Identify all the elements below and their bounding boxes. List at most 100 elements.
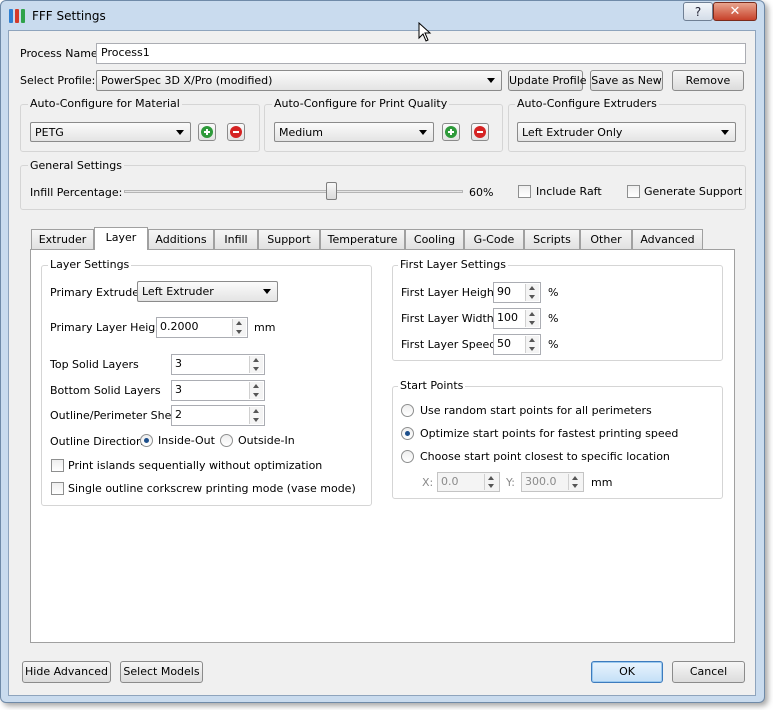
closest-start-point-label: Choose start point closest to specific l… — [420, 450, 670, 463]
print-quality-dropdown[interactable]: Medium — [274, 122, 434, 142]
optimize-start-points-label: Optimize start points for fastest printi… — [420, 427, 679, 440]
infill-slider-handle[interactable] — [326, 182, 338, 200]
chevron-down-icon — [176, 130, 184, 135]
add-quality-button[interactable] — [442, 123, 460, 141]
include-raft-checkbox[interactable] — [518, 185, 531, 198]
spin-up-icon[interactable] — [253, 384, 259, 388]
spin-up-icon[interactable] — [253, 358, 259, 362]
first-layer-speed-label: First Layer Speed — [401, 338, 497, 351]
start-x-label: X: — [422, 476, 434, 489]
first-layer-speed-unit: % — [548, 338, 559, 351]
spin-up-icon[interactable] — [529, 312, 535, 316]
remove-quality-button[interactable] — [471, 123, 489, 141]
inside-out-radio[interactable] — [140, 434, 153, 447]
remove-profile-button[interactable]: Remove — [672, 70, 744, 91]
add-material-button[interactable] — [198, 123, 216, 141]
first-layer-speed-value: 50 — [497, 337, 511, 350]
generate-support-checkbox[interactable] — [627, 185, 640, 198]
extruders-dropdown-value: Left Extruder Only — [522, 126, 623, 139]
first-layer-width-unit: % — [548, 312, 559, 325]
start-points-title: Start Points — [398, 379, 466, 392]
first-layer-speed-spinbox[interactable]: 50 — [493, 334, 541, 355]
tab-scripts[interactable]: Scripts — [524, 229, 580, 249]
print-islands-checkbox[interactable] — [51, 459, 64, 472]
first-layer-height-spinbox[interactable]: 90 — [493, 282, 541, 303]
chevron-down-icon — [419, 130, 427, 135]
update-profile-button[interactable]: Update Profile — [508, 70, 587, 91]
tab-extruder[interactable]: Extruder — [31, 229, 94, 249]
close-button[interactable]: ✕ — [713, 2, 757, 21]
tab-additions[interactable]: Additions — [148, 229, 214, 249]
print-quality-dropdown-value: Medium — [279, 126, 323, 139]
top-solid-layers-spinbox[interactable]: 3 — [171, 354, 265, 375]
optimize-start-points-radio[interactable] — [401, 427, 414, 440]
first-layer-height-unit: % — [548, 286, 559, 299]
remove-material-button[interactable] — [227, 123, 245, 141]
spin-up-icon[interactable] — [488, 476, 494, 480]
spin-down-icon[interactable] — [253, 393, 259, 397]
first-layer-height-label: First Layer Height — [401, 286, 499, 299]
spin-down-icon[interactable] — [236, 330, 242, 334]
outline-shells-label: Outline/Perimeter Shells — [50, 409, 184, 422]
primary-extruder-label: Primary Extruder — [50, 286, 144, 299]
outside-in-radio[interactable] — [220, 434, 233, 447]
start-x-value: 0.0 — [441, 475, 459, 488]
start-y-spinbox[interactable]: 300.0 — [521, 472, 584, 492]
chevron-down-icon — [721, 130, 729, 135]
spin-down-icon[interactable] — [529, 295, 535, 299]
outline-shells-spinbox[interactable]: 2 — [171, 405, 265, 426]
tab-infill[interactable]: Infill — [214, 229, 258, 249]
spin-down-icon[interactable] — [529, 321, 535, 325]
spin-up-icon[interactable] — [529, 338, 535, 342]
include-raft-label: Include Raft — [536, 185, 602, 198]
tab-advanced[interactable]: Advanced — [632, 229, 703, 249]
start-point-unit: mm — [591, 476, 613, 489]
first-layer-settings-title: First Layer Settings — [398, 258, 508, 271]
spin-up-icon[interactable] — [572, 476, 578, 480]
tab-g-code[interactable]: G-Code — [464, 229, 524, 249]
material-dropdown[interactable]: PETG — [30, 122, 191, 142]
generate-support-label: Generate Support — [644, 185, 743, 198]
save-as-new-button[interactable]: Save as New — [590, 70, 663, 91]
infill-slider-track[interactable] — [124, 190, 463, 193]
vase-mode-checkbox[interactable] — [51, 482, 64, 495]
process-name-input[interactable]: Process1 — [96, 43, 746, 64]
tab-temperature[interactable]: Temperature — [320, 229, 405, 249]
primary-layer-height-spinbox[interactable]: 0.2000 — [156, 317, 248, 338]
primary-extruder-dropdown[interactable]: Left Extruder — [137, 281, 278, 302]
help-button[interactable]: ? — [683, 2, 713, 21]
first-layer-width-label: First Layer Width — [401, 312, 494, 325]
hide-advanced-button[interactable]: Hide Advanced — [22, 661, 111, 683]
tab-layer[interactable]: Layer — [94, 227, 148, 250]
spin-down-icon[interactable] — [529, 347, 535, 351]
ok-button[interactable]: OK — [591, 661, 663, 683]
closest-start-point-radio[interactable] — [401, 450, 414, 463]
select-models-button[interactable]: Select Models — [120, 661, 203, 683]
top-solid-layers-value: 3 — [175, 357, 182, 370]
spin-down-icon[interactable] — [253, 367, 259, 371]
infill-percentage-value: 60% — [469, 186, 494, 199]
extruders-dropdown[interactable]: Left Extruder Only — [517, 122, 736, 142]
random-start-points-radio[interactable] — [401, 404, 414, 417]
inside-out-label: Inside-Out — [158, 434, 215, 447]
start-x-spinbox[interactable]: 0.0 — [437, 472, 500, 492]
spin-down-icon[interactable] — [253, 418, 259, 422]
spin-up-icon[interactable] — [236, 321, 242, 325]
profile-dropdown[interactable]: PowerSpec 3D X/Pro (modified) — [96, 70, 502, 91]
spin-up-icon[interactable] — [253, 409, 259, 413]
tab-cooling[interactable]: Cooling — [405, 229, 464, 249]
bottom-solid-layers-spinbox[interactable]: 3 — [171, 380, 265, 401]
spin-up-icon[interactable] — [529, 286, 535, 290]
first-layer-width-spinbox[interactable]: 100 — [493, 308, 541, 329]
first-layer-width-value: 100 — [497, 311, 518, 324]
bottom-solid-layers-label: Bottom Solid Layers — [50, 384, 161, 397]
print-islands-label: Print islands sequentially without optim… — [68, 459, 323, 472]
spin-down-icon[interactable] — [572, 484, 578, 488]
tab-other[interactable]: Other — [580, 229, 632, 249]
cancel-button[interactable]: Cancel — [672, 661, 745, 683]
primary-layer-height-value: 0.2000 — [160, 320, 199, 333]
spin-down-icon[interactable] — [488, 484, 494, 488]
primary-extruder-value: Left Extruder — [142, 285, 214, 298]
tab-support[interactable]: Support — [258, 229, 320, 249]
random-start-points-label: Use random start points for all perimete… — [420, 404, 652, 417]
